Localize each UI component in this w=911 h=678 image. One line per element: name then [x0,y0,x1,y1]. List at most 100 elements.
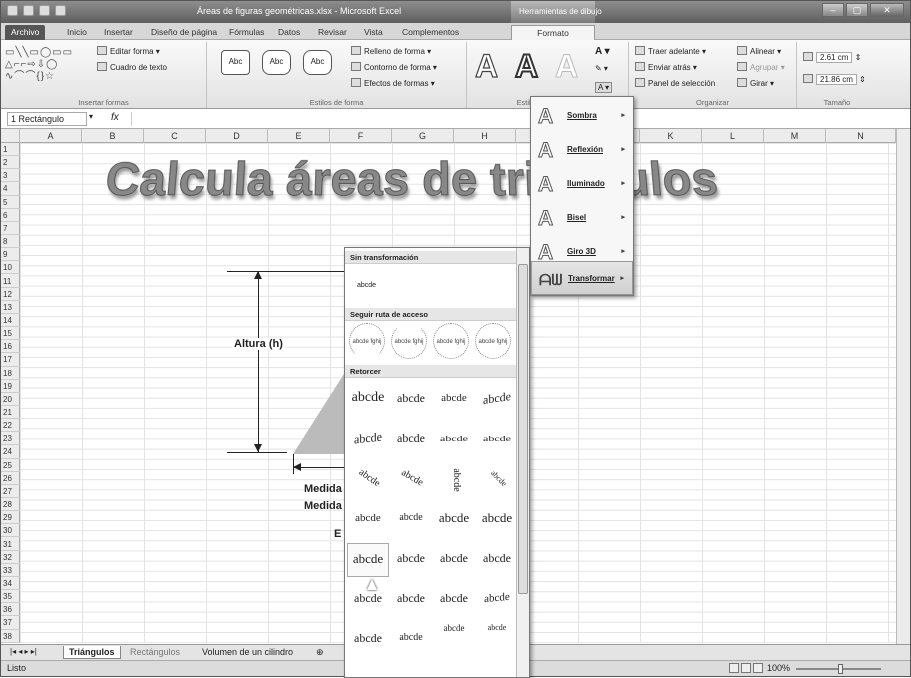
height-label[interactable]: Altura (h) [232,338,285,350]
warp-option[interactable]: abcde [476,581,518,619]
column-header[interactable]: M [764,129,826,143]
row-header[interactable]: 29 [1,511,20,525]
warp-option[interactable]: abcde [476,543,518,577]
shape-style-1[interactable]: Abc [221,50,250,75]
undo-icon[interactable] [39,5,50,16]
edit-shape-button[interactable]: Editar forma ▾ [97,46,160,56]
name-box-dropdown-icon[interactable]: ▾ [89,112,93,121]
row-header[interactable]: 34 [1,577,20,591]
minimize-button[interactable]: – [822,3,844,17]
text-box-button[interactable]: Cuadro de texto [97,62,167,72]
group-button[interactable]: Agrupar ▾ [737,62,785,72]
column-header[interactable]: E [268,129,330,143]
column-header[interactable]: N [826,129,896,143]
row-header[interactable]: 38 [1,630,20,643]
warp-option[interactable]: abcde [390,623,432,657]
select-all-corner[interactable] [1,129,20,143]
warp-option[interactable]: abcde [390,543,432,577]
row-header[interactable]: 25 [1,459,20,472]
row-header[interactable]: 17 [1,353,20,367]
text-fill-button[interactable]: A ▾ [595,46,610,57]
warp-option[interactable]: abcde [390,583,432,617]
row-header[interactable]: 22 [1,419,20,433]
send-backward-button[interactable]: Enviar atrás ▾ [635,62,697,72]
row-header[interactable]: 6 [1,209,20,222]
warp-option[interactable]: abcde [347,421,389,459]
warp-option[interactable]: abcde [347,503,389,537]
warp-option[interactable]: abcde [390,383,432,417]
column-header[interactable]: L [702,129,764,143]
tab-datos[interactable]: Datos [272,25,306,40]
shape-height-field[interactable]: 2.61 cm ⇕ [803,52,861,63]
tab-revisar[interactable]: Revisar [312,25,353,40]
warp-option[interactable]: abcde [433,583,475,617]
path-circle-option[interactable]: abcde fghij [433,323,469,359]
row-header[interactable]: 35 [1,590,20,604]
gallery-scroll-thumb[interactable] [518,264,528,594]
row-header[interactable]: 1 [1,143,20,157]
gallery-scrollbar[interactable] [516,248,529,677]
row-header[interactable]: 30 [1,524,20,538]
column-header[interactable]: H [454,129,516,143]
row-header[interactable]: 19 [1,380,20,393]
triangle-shape[interactable] [293,366,349,454]
tab-formulas[interactable]: Fórmulas [223,25,270,40]
warp-option[interactable]: abcde [476,430,518,450]
close-button[interactable]: ✕ [870,3,904,17]
redo-icon[interactable] [55,5,66,16]
text-effects-button[interactable]: A ▾ [595,82,613,93]
tab-complementos[interactable]: Complementos [396,25,465,40]
row-header[interactable]: 27 [1,485,20,499]
warp-option[interactable]: abcde [433,623,475,657]
row-header[interactable]: 36 [1,603,20,617]
menu-item-iluminado[interactable]: A Iluminado ▸ [531,167,633,201]
shape-outline-button[interactable]: Contorno de forma ▾ [351,62,437,72]
normal-view-icon[interactable] [729,663,739,673]
warp-option[interactable]: abcde [347,623,389,657]
zoom-slider-knob[interactable] [838,664,843,674]
wordart-style-3[interactable]: A [554,48,578,85]
tab-archivo[interactable]: Archivo [5,25,46,40]
warp-option[interactable]: abcde [433,503,475,537]
tab-inicio[interactable]: Inicio [61,25,93,40]
menu-item-reflexion[interactable]: A Reflexión ▸ [531,133,633,167]
shape-fill-button[interactable]: Relleno de forma ▾ [351,46,431,56]
sheet-nav-icons[interactable]: |◂ ◂ ▸ ▸| [5,646,42,657]
row-header[interactable]: 37 [1,616,20,630]
path-arch-down-option[interactable]: abcde fghij [391,323,427,359]
warp-option[interactable]: abcde [384,455,437,505]
row-header[interactable]: 16 [1,340,20,354]
sheet-tab-rectangulos[interactable]: Rectángulos [125,646,185,658]
path-arch-up-option[interactable]: abcde fghij [349,323,385,359]
new-sheet-icon[interactable]: ⊕ [311,646,329,659]
warp-option[interactable]: abcde [347,543,389,577]
warp-option[interactable]: abcde [476,380,518,420]
column-header[interactable]: C [144,129,206,143]
row-header[interactable]: 4 [1,182,20,196]
warp-option[interactable]: abcde [437,459,471,501]
row-header[interactable]: 28 [1,498,20,512]
row-header[interactable]: 8 [1,235,20,249]
row-header[interactable]: 7 [1,222,20,236]
column-header[interactable]: K [640,129,702,143]
column-header[interactable]: G [392,129,454,143]
column-header[interactable]: A [20,129,82,143]
shape-effects-button[interactable]: Efectos de formas ▾ [351,78,435,88]
row-header[interactable]: 12 [1,288,20,301]
row-header[interactable]: 9 [1,248,20,262]
align-button[interactable]: Alinear ▾ [737,46,781,56]
transform-none-option[interactable]: abcde [357,282,376,289]
warp-option[interactable]: abcde [390,503,432,537]
row-header[interactable]: 14 [1,314,20,328]
tab-diseno-pagina[interactable]: Diseño de página [145,25,223,40]
page-break-icon[interactable] [753,663,763,673]
tab-vista[interactable]: Vista [358,25,389,40]
row-header[interactable]: 33 [1,564,20,577]
warp-option[interactable]: abcde [476,503,518,537]
row-header[interactable]: 3 [1,169,20,183]
shape-style-3[interactable]: Abc [303,50,332,75]
tab-insertar[interactable]: Insertar [98,25,139,40]
row-header[interactable]: 13 [1,301,20,314]
warp-option[interactable]: abcde [433,430,475,450]
zoom-level[interactable]: 100% [767,663,790,673]
